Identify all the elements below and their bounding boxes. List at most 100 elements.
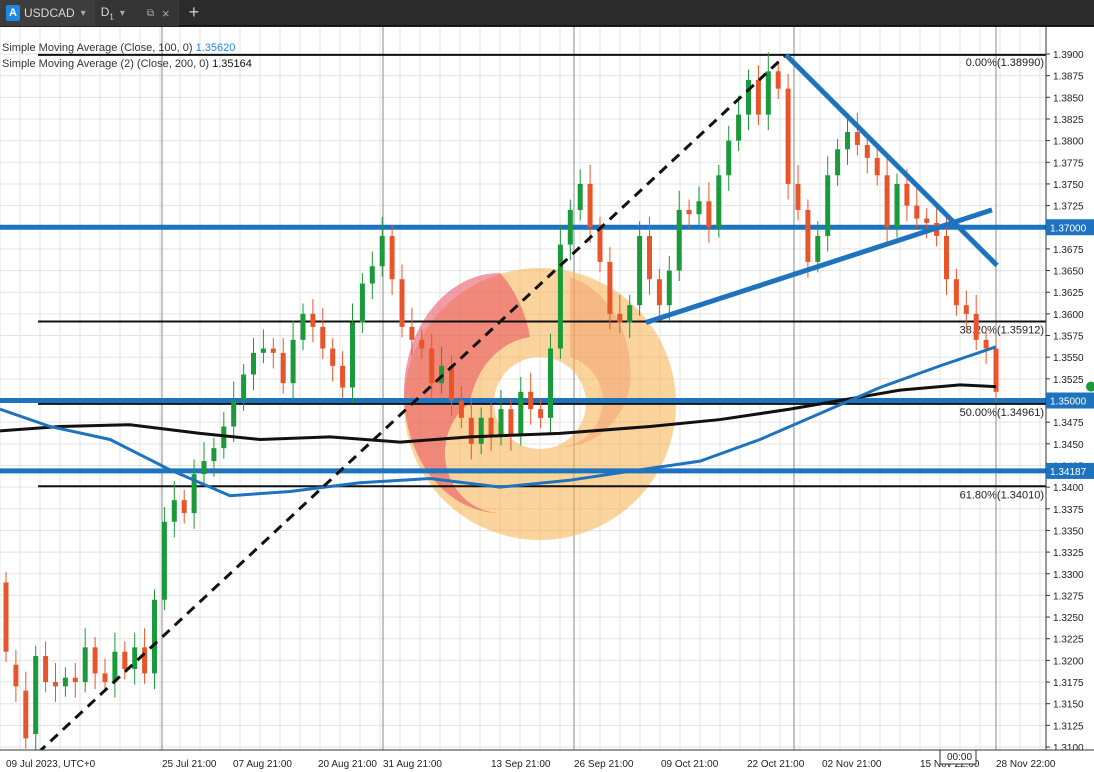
chart-canvas[interactable]: 0.00%(1.38990) 38.20%(1.35912) 50.00%(1.34…	[0, 27, 1094, 772]
price-tick-label: 1.3875	[1053, 72, 1084, 83]
bear-candle	[805, 209, 811, 262]
bear-candle	[914, 205, 920, 219]
price-chart[interactable]: 0.00%(1.38990) 38.20%(1.35912) 50.00%(1.34…	[0, 27, 1094, 772]
bear-candle	[785, 88, 791, 184]
bear-candle	[122, 651, 128, 670]
bear-candle	[647, 235, 652, 280]
time-axis: 09 Jul 2023, UTC+0 25 Jul 21:00 07 Aug 21:…	[0, 749, 1094, 772]
bear-candle	[320, 326, 326, 349]
price-tick-label: 1.3600	[1053, 310, 1084, 321]
bull-candle	[171, 500, 177, 522]
bull-candle	[567, 209, 573, 245]
bull-candle	[260, 348, 266, 353]
bear-candle	[310, 313, 316, 327]
bear-candle	[13, 664, 19, 687]
bear-candle	[181, 500, 187, 514]
price-tick-label: 1.3150	[1053, 700, 1084, 711]
bear-candle	[429, 348, 435, 384]
price-tick-label: 1.3325	[1053, 548, 1084, 559]
bear-candle	[389, 235, 395, 280]
bear-candle	[587, 183, 593, 228]
bull-candle	[33, 656, 39, 735]
price-tick-label: 1.3225	[1053, 635, 1084, 646]
bull-candle	[300, 313, 306, 340]
bear-candle	[706, 201, 712, 228]
bear-candle	[973, 313, 979, 340]
time-tick-label: 26 Sep 21:00	[574, 759, 634, 770]
bear-candle	[43, 656, 49, 683]
bull-candle	[498, 409, 504, 436]
close-icon[interactable]: ×	[160, 6, 172, 21]
bear-candle	[399, 279, 405, 327]
bull-candle	[251, 352, 256, 375]
price-tick-label: 1.3200	[1053, 656, 1084, 667]
bear-candle	[755, 79, 761, 115]
price-tick-label: 1.3300	[1053, 570, 1084, 581]
bear-candle	[924, 218, 930, 223]
bull-candle	[62, 677, 68, 687]
price-tick-label: 1.3250	[1053, 613, 1084, 624]
bear-candle	[142, 647, 148, 674]
price-tick-label: 1.3675	[1053, 245, 1084, 256]
symbol-label: USDCAD	[24, 6, 75, 20]
bear-candle	[656, 279, 662, 306]
bull-candle	[716, 175, 722, 228]
time-tick-label: 09 Jul 2023, UTC+0	[6, 759, 96, 770]
bear-candle	[854, 131, 860, 145]
price-tick-label: 1.3450	[1053, 440, 1084, 451]
bull-candle	[82, 647, 88, 683]
bull-candle	[152, 599, 157, 674]
time-tick-label: 31 Aug 21:00	[383, 759, 442, 770]
legend-sma100[interactable]: Simple Moving Average (Close, 100, 0) 1.…	[2, 40, 252, 56]
bull-candle	[369, 266, 375, 284]
bull-candle	[518, 391, 524, 436]
bear-candle	[597, 227, 603, 262]
add-tab-button[interactable]: +	[179, 0, 210, 25]
bear-candle	[419, 339, 425, 349]
fib-label: 38.20%(1.35912)	[960, 324, 1044, 336]
bull-candle	[201, 461, 207, 475]
indicator-legend: Simple Moving Average (Close, 100, 0) 1.…	[2, 40, 252, 72]
timeframe-dropdown-icon[interactable]: ▾	[118, 8, 127, 19]
legend-sma200[interactable]: Simple Moving Average (2) (Close, 200, 0…	[2, 56, 252, 72]
price-tick-label: 1.3400	[1053, 483, 1084, 494]
bear-candle	[904, 183, 910, 206]
time-tick-label: 22 Oct 21:00	[747, 759, 805, 770]
bear-candle	[23, 690, 29, 739]
bull-candle	[557, 244, 563, 349]
bull-candle	[548, 348, 553, 418]
time-tick-label: 09 Oct 21:00	[661, 759, 719, 770]
time-tick-label: 25 Jul 21:00	[162, 759, 217, 770]
bear-candle	[528, 391, 534, 410]
time-tick-label: 13 Sep 21:00	[491, 759, 551, 770]
price-tick-label: 1.3800	[1053, 137, 1084, 148]
bear-candle	[449, 365, 454, 401]
price-tick-label: 1.3900	[1053, 50, 1084, 61]
bull-candle	[696, 201, 702, 215]
price-tag-label: 1.34187	[1050, 467, 1087, 478]
bull-candle	[845, 131, 850, 150]
bear-candle	[102, 673, 108, 683]
symbol-badge-icon: A	[6, 5, 20, 21]
detach-icon[interactable]: ⧉	[145, 8, 156, 19]
price-tick-label: 1.3525	[1053, 375, 1084, 386]
bear-candle	[607, 261, 613, 314]
price-tick-label: 1.3550	[1053, 353, 1084, 364]
bear-candle	[92, 647, 98, 674]
bull-candle	[676, 209, 682, 271]
price-tick-label: 1.3350	[1053, 526, 1084, 537]
bull-candle	[241, 374, 247, 401]
price-tick-label: 1.3475	[1053, 418, 1084, 429]
symbol-dropdown-icon[interactable]: ▾	[79, 8, 88, 19]
bull-candle	[736, 114, 742, 141]
bull-candle	[359, 283, 365, 323]
bull-candle	[577, 183, 583, 210]
tab-usdcad[interactable]: A USDCAD ▾	[0, 0, 95, 26]
bear-candle	[617, 313, 623, 323]
bull-candle	[746, 79, 751, 115]
bear-candle	[280, 352, 286, 384]
price-tick-label: 1.3650	[1053, 267, 1084, 278]
bear-candle	[508, 409, 514, 436]
tab-timeframe[interactable]: D1 ▾ ⧉ ×	[94, 0, 179, 26]
bull-candle	[161, 521, 167, 600]
